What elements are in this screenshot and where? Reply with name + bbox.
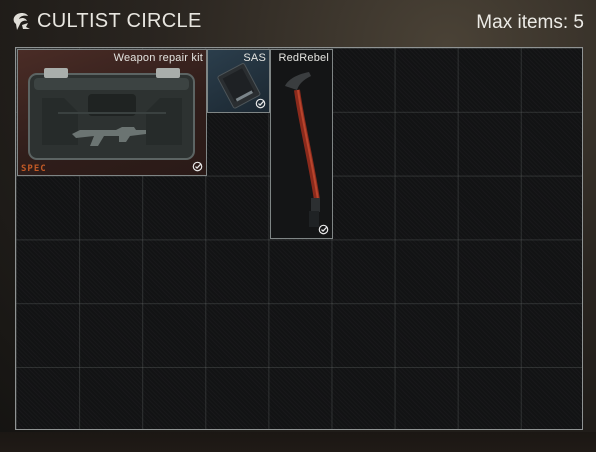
- item-redrebel[interactable]: RedRebel: [270, 49, 333, 239]
- check-circle-icon: [318, 224, 329, 235]
- header: CULTIST CIRCLE Max items: 5: [0, 0, 596, 46]
- item-sas[interactable]: SAS: [207, 49, 270, 113]
- weapon-repair-kit-icon: [28, 68, 195, 160]
- item-label: Weapon repair kit: [113, 52, 203, 64]
- cultist-circle-grid[interactable]: Weapon repair kit SPEC SAS RedRebel: [15, 47, 583, 430]
- item-label: SAS: [243, 52, 266, 64]
- max-items-label: Max items: 5: [476, 12, 584, 33]
- page-title: CULTIST CIRCLE: [37, 10, 202, 32]
- check-circle-icon: [192, 161, 203, 172]
- spec-badge: SPEC: [21, 164, 47, 174]
- item-weapon-repair-kit[interactable]: Weapon repair kit SPEC: [17, 49, 207, 176]
- cultist-sigil-icon: [13, 13, 30, 30]
- bottom-strip: [0, 432, 596, 452]
- item-label: RedRebel: [278, 52, 329, 64]
- red-rebel-icepick-icon: [285, 72, 320, 227]
- check-circle-icon: [255, 98, 266, 109]
